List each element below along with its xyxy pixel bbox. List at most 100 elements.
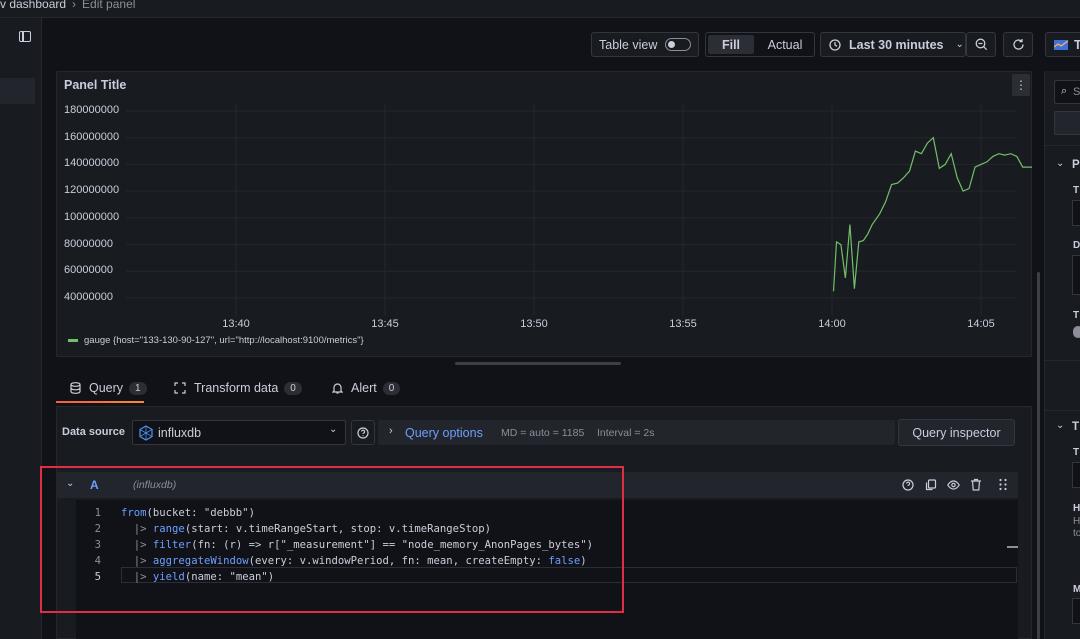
y-tick-label: 80000000 [64, 237, 113, 250]
x-tick-label: 13:55 [669, 318, 697, 330]
transparent-toggle[interactable] [1073, 326, 1080, 338]
options-search-input[interactable]: ⌕ S [1054, 80, 1080, 104]
tab-query-count: 1 [129, 381, 147, 395]
time-range-picker[interactable]: Last 30 minutes ⌄ [820, 32, 966, 57]
chevron-down-icon: ⌄ [955, 39, 964, 50]
resize-splitter-handle[interactable] [455, 362, 621, 365]
section-tooltip[interactable]: T [1072, 421, 1079, 433]
md-info: MD = auto = 1185 [501, 427, 585, 439]
legend-swatch [68, 339, 78, 342]
actual-button[interactable]: Actual [756, 33, 814, 56]
pane-resize-handle[interactable] [1037, 272, 1040, 639]
section-chevron-icon[interactable]: ⌄ [1056, 420, 1064, 431]
chevron-down-icon: ⌄ [329, 424, 338, 435]
option-desc-line2: to [1073, 528, 1080, 539]
divider [1044, 410, 1080, 411]
chevron-right-icon: › [389, 425, 393, 437]
search-icon: ⌕ [1061, 85, 1068, 97]
editor-scroll-marker [1007, 546, 1018, 548]
question-circle-icon [357, 426, 369, 439]
options-pane [1044, 71, 1080, 639]
database-icon [70, 382, 81, 394]
clock-icon [829, 38, 841, 51]
help-button[interactable] [351, 420, 375, 445]
trash-icon[interactable] [970, 478, 982, 491]
option-label-description: D [1073, 240, 1080, 251]
section-panel-options[interactable]: P [1072, 159, 1080, 171]
annotation-highlight-box [40, 466, 624, 613]
data-source-label: Data source [62, 426, 125, 438]
tab-transform-data[interactable]: Transform data 0 [174, 381, 302, 395]
influxdb-logo-icon [139, 425, 153, 441]
chart-series [832, 136, 1032, 292]
timeseries-viz-icon [1054, 39, 1068, 50]
tab-transform-label: Transform data [194, 381, 279, 395]
x-tick-label: 14:05 [967, 318, 995, 330]
nav-active-item[interactable] [0, 78, 35, 104]
breadcrumb-current: Edit panel [82, 0, 136, 11]
y-tick-label: 100000000 [64, 210, 120, 223]
visualization-picker[interactable]: T [1045, 32, 1080, 57]
transform-icon [174, 382, 186, 394]
section-chevron-icon[interactable]: ⌄ [1056, 158, 1064, 169]
y-tick-label: 120000000 [64, 184, 120, 197]
title-input[interactable] [1072, 200, 1080, 226]
description-input[interactable] [1072, 255, 1080, 295]
query-inspector-button[interactable]: Query inspector [898, 419, 1015, 446]
legend-series-name: gauge {host="133-130-90-127", url="http:… [84, 335, 364, 346]
data-source-picker[interactable]: influxdb ⌄ [132, 420, 346, 445]
max-input[interactable] [1072, 598, 1080, 624]
x-tick-label: 13:50 [520, 318, 548, 330]
viz-picker-label: T [1074, 37, 1080, 52]
zoom-out-icon [975, 38, 987, 51]
top-bar [0, 0, 1080, 18]
tab-query-label: Query [89, 381, 124, 395]
breadcrumb-separator: › [72, 0, 77, 11]
bell-icon [332, 383, 343, 394]
option-label-tooltip-mode: T [1073, 447, 1080, 458]
dock-menu-icon[interactable] [19, 31, 31, 42]
help-icon[interactable] [902, 479, 914, 491]
tooltip-mode-input[interactable] [1072, 462, 1080, 488]
eye-icon[interactable] [947, 479, 960, 491]
query-options-bar[interactable]: › Query options MD = auto = 1185 Interva… [378, 420, 895, 445]
fill-actual-group: Fill Actual [705, 32, 815, 57]
options-tab-toggle[interactable] [1054, 111, 1080, 135]
search-placeholder: S [1073, 86, 1080, 98]
zoom-out-button[interactable] [966, 32, 996, 57]
y-tick-label: 140000000 [64, 157, 120, 170]
query-options-label: Query options [405, 426, 483, 440]
time-series-chart[interactable] [56, 71, 1032, 357]
toggle-switch-icon[interactable] [665, 38, 692, 51]
breadcrumb-dashboard[interactable]: v dashboard [0, 0, 66, 11]
y-tick-label: 160000000 [64, 130, 120, 143]
option-label-transparent: T [1073, 310, 1080, 321]
y-tick-label: 40000000 [64, 291, 113, 303]
option-label-hide: H [1073, 503, 1080, 514]
interval-info: Interval = 2s [597, 427, 655, 439]
breadcrumb: v dashboard › Edit panel [0, 0, 135, 11]
table-view-label: Table view [599, 37, 658, 52]
time-range-label: Last 30 minutes [849, 37, 944, 52]
drag-handle-icon[interactable] [998, 478, 1008, 491]
divider [1044, 145, 1080, 146]
series-line [832, 136, 1032, 292]
option-desc-line1: H [1073, 516, 1080, 527]
tab-alert-label: Alert [351, 381, 377, 395]
tab-query[interactable]: Query 1 [70, 381, 147, 395]
data-source-value: influxdb [158, 426, 202, 440]
duplicate-icon[interactable] [925, 479, 937, 491]
table-view-toggle[interactable]: Table view [591, 32, 699, 57]
chart-grid [126, 103, 1016, 316]
chart-legend[interactable]: gauge {host="133-130-90-127", url="http:… [68, 335, 364, 346]
active-tab-indicator [56, 401, 144, 403]
y-tick-label: 180000000 [64, 104, 120, 116]
tab-alert[interactable]: Alert 0 [332, 381, 401, 395]
refresh-button[interactable] [1003, 32, 1033, 57]
x-tick-label: 14:00 [818, 318, 846, 330]
option-label-title: T [1073, 185, 1080, 196]
refresh-icon [1012, 39, 1024, 50]
left-nav [0, 18, 42, 639]
x-tick-label: 13:40 [222, 318, 250, 330]
fill-button[interactable]: Fill [708, 35, 754, 54]
